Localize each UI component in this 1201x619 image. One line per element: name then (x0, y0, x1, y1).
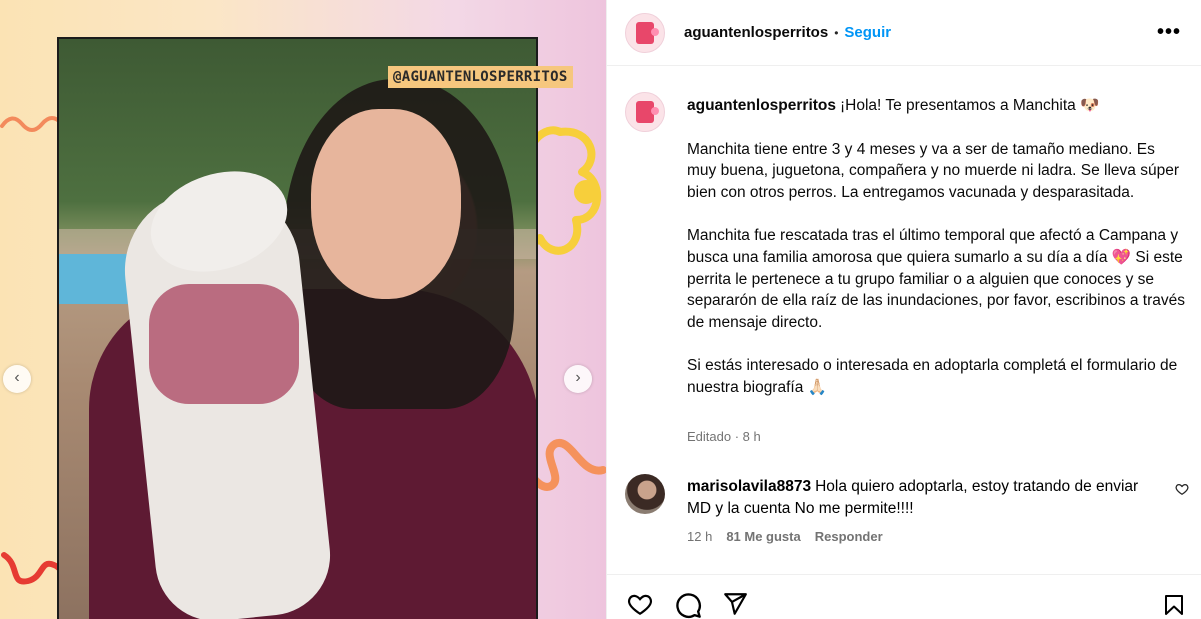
caption-meta: Editado · 8 h (687, 429, 761, 444)
photo-face (311, 109, 461, 299)
caption-paragraph-4: Si estás interesado o interesada en adop… (687, 357, 1178, 396)
post-media[interactable]: @AGUANTENLOSPERRITOS ‹ › (0, 0, 606, 619)
caption-paragraph-1: ¡Hola! Te presentamos a Manchita 🐶 (840, 97, 1100, 114)
post-actions (607, 574, 1201, 619)
more-options-icon[interactable]: ••• (1157, 21, 1181, 44)
previous-image-button[interactable]: ‹ (3, 365, 31, 393)
post-header: aguantenlosperritos • Seguir ••• (607, 0, 1201, 66)
caption-time[interactable]: 8 h (743, 429, 761, 444)
bookmark-icon[interactable] (1162, 591, 1186, 619)
reply-button[interactable]: Responder (815, 529, 883, 544)
comment-like-heart-icon[interactable] (1175, 482, 1189, 496)
commenter-username[interactable]: marisolavila8873 (687, 478, 811, 495)
header-username[interactable]: aguantenlosperritos (684, 24, 828, 41)
next-image-button[interactable]: › (564, 365, 592, 393)
caption-first-line: aguantenlosperritos ¡Hola! Te presentamos… (687, 95, 1187, 117)
caption-avatar[interactable] (625, 92, 665, 132)
caption-paragraph-2: Manchita tiene entre 3 y 4 meses y va a … (687, 140, 1179, 201)
comment-likes[interactable]: 81 Me gusta (726, 529, 800, 544)
comment-text: marisolavila8873 Hola quiero adoptarla, e… (687, 476, 1157, 519)
post-side-panel: aguantenlosperritos • Seguir ••• aguante… (606, 0, 1201, 619)
watermark-tag: @AGUANTENLOSPERRITOS (388, 66, 573, 88)
photo-dog-sweater (149, 284, 299, 404)
avatar[interactable] (625, 12, 665, 53)
edited-label: Editado (687, 429, 732, 444)
commenter-avatar[interactable] (625, 474, 665, 514)
comment-meta: 12 h 81 Me gusta Responder (687, 529, 883, 544)
photo-pool (59, 254, 129, 304)
comment-icon[interactable] (674, 591, 702, 619)
pink-heart-icon (651, 107, 659, 115)
caption-username[interactable]: aguantenlosperritos (687, 97, 836, 114)
caption-text: aguantenlosperritos ¡Hola! Te presentamos… (687, 95, 1187, 399)
pink-heart-icon (651, 27, 659, 36)
post-photo (57, 37, 538, 619)
share-icon[interactable] (721, 591, 749, 617)
follow-button[interactable]: Seguir (844, 24, 891, 41)
caption-paragraph-3: Manchita fue rescatada tras el último te… (687, 227, 1186, 331)
header-separator: • (834, 25, 839, 40)
comment-time[interactable]: 12 h (687, 529, 712, 544)
heart-icon[interactable] (626, 591, 654, 617)
